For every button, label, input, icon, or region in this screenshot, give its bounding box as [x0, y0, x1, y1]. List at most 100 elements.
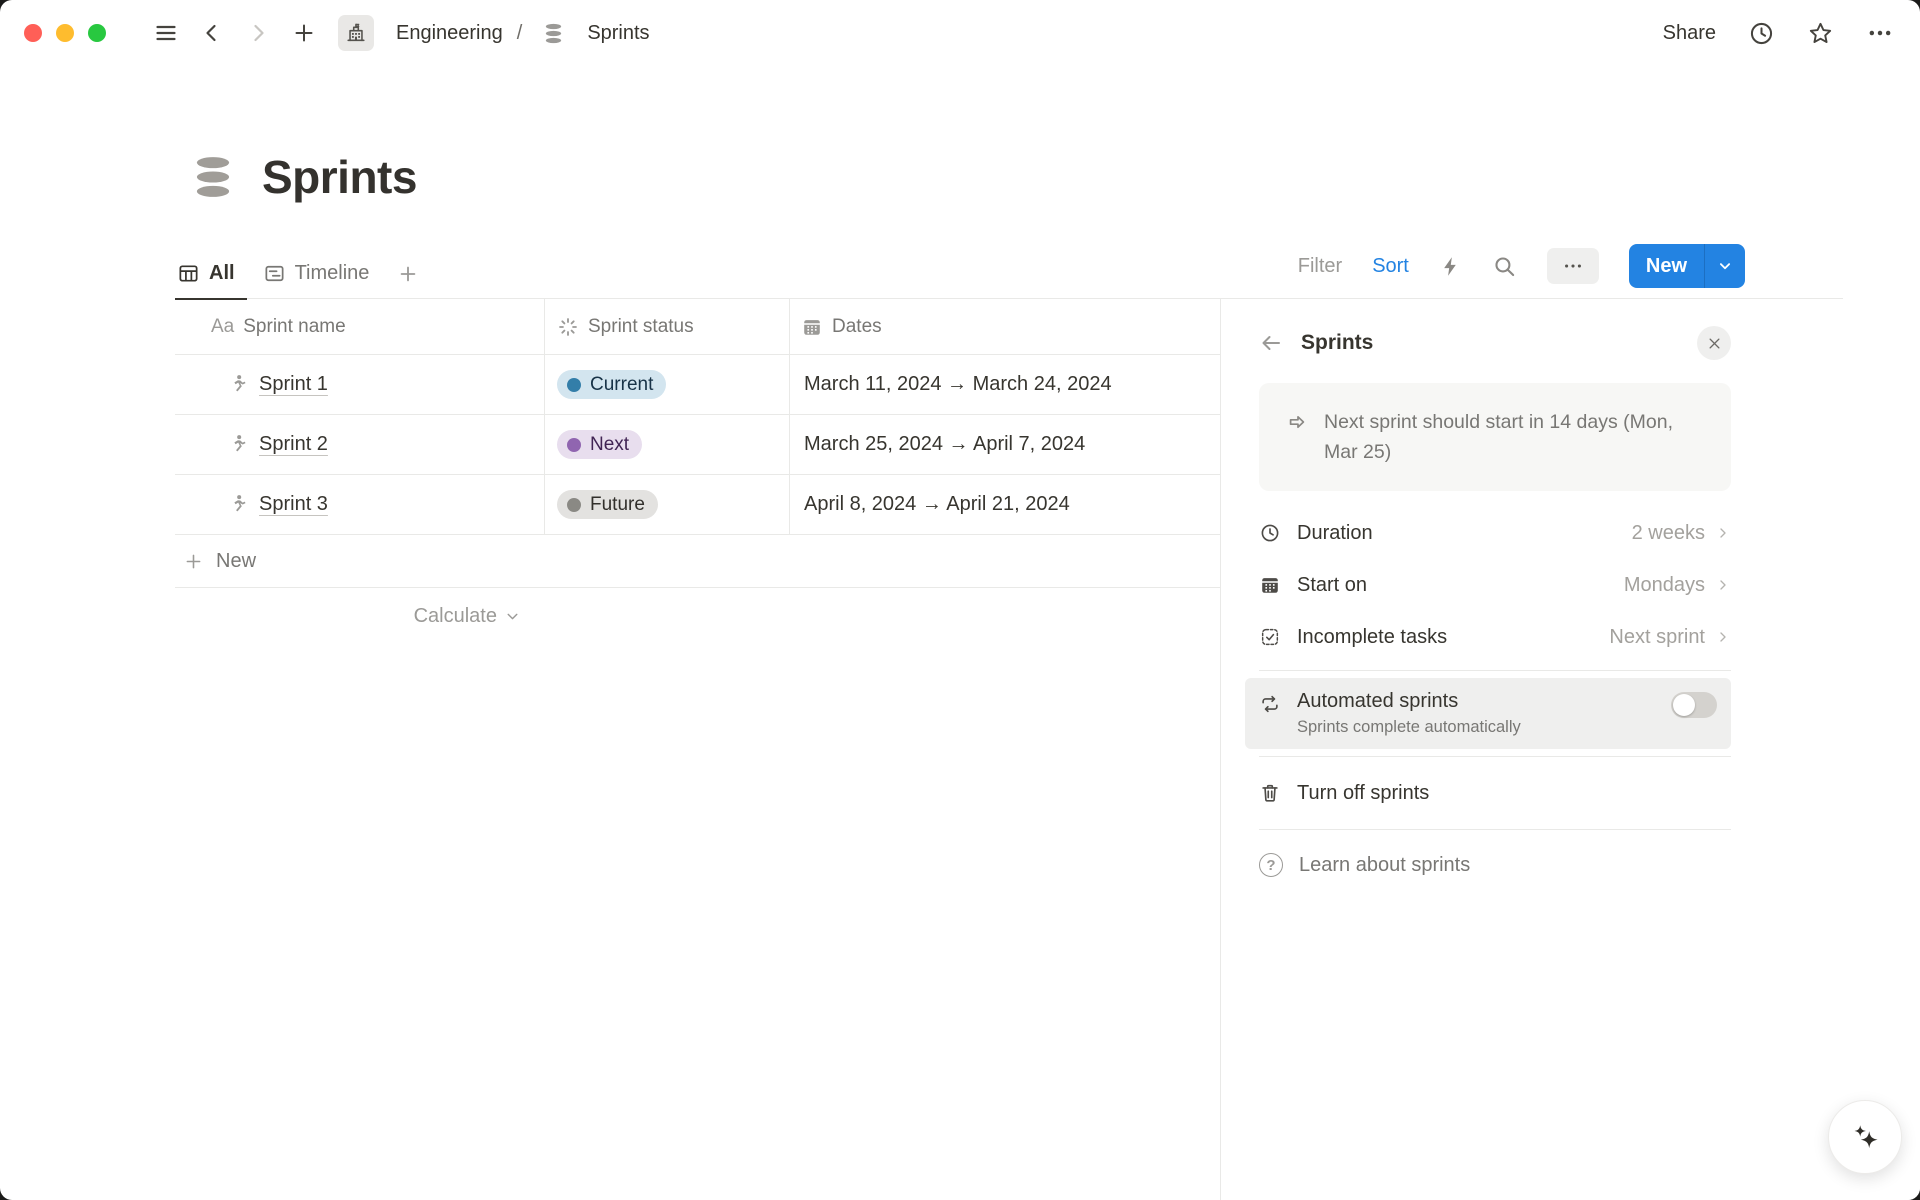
- sprint-status-cell[interactable]: Current: [545, 355, 790, 415]
- chevron-down-icon: [504, 608, 521, 625]
- window-topbar: Engineering / Sprints Share: [0, 0, 1920, 66]
- arrow-left-icon: [1259, 331, 1283, 355]
- setting-value: 2 weeks: [1632, 522, 1705, 545]
- sprint-name-cell[interactable]: Sprint 2: [175, 415, 545, 475]
- breadcrumb-workspace-icon-button[interactable]: [338, 15, 374, 51]
- status-property-icon: [557, 316, 579, 338]
- calculate-button[interactable]: Calculate: [175, 594, 545, 638]
- status-badge[interactable]: Future: [557, 490, 658, 519]
- question-mark-icon: ?: [1259, 853, 1283, 877]
- breadcrumb-separator: /: [517, 22, 523, 45]
- history-button[interactable]: [1748, 20, 1775, 47]
- setting-label: Duration: [1297, 522, 1373, 545]
- setting-incomplete-tasks[interactable]: Incomplete tasks Next sprint: [1259, 611, 1731, 663]
- sprint-link[interactable]: Sprint 1: [259, 373, 328, 396]
- ellipsis-icon: [1866, 19, 1894, 47]
- breadcrumb-page[interactable]: Sprints: [587, 22, 649, 45]
- ai-assistant-button[interactable]: [1828, 1100, 1902, 1174]
- search-button[interactable]: [1492, 254, 1517, 279]
- panel-close-button[interactable]: [1697, 326, 1731, 360]
- view-tabbar: All Timeline Filter Sort New: [175, 250, 1843, 299]
- new-button-dropdown[interactable]: [1704, 244, 1745, 288]
- add-view-button[interactable]: [397, 263, 419, 298]
- status-label: Next: [590, 435, 629, 454]
- filter-button[interactable]: Filter: [1298, 255, 1342, 278]
- panel-divider: [1259, 829, 1731, 830]
- new-row-label: New: [216, 550, 256, 573]
- tab-all[interactable]: All: [175, 262, 247, 300]
- status-badge[interactable]: Next: [557, 430, 642, 459]
- column-header-sprint-status[interactable]: Sprint status: [545, 299, 790, 355]
- runner-icon: [225, 493, 248, 516]
- setting-start-on[interactable]: Start on Mondays: [1259, 559, 1731, 611]
- nav-back-button[interactable]: [194, 15, 230, 51]
- dates-cell[interactable]: April 8, 2024 → April 21, 2024: [790, 475, 1220, 535]
- column-header-sprint-name[interactable]: Aa Sprint name: [175, 299, 545, 355]
- sparkles-icon: [1847, 1119, 1883, 1155]
- panel-back-button[interactable]: [1259, 331, 1283, 355]
- new-button[interactable]: New: [1629, 244, 1704, 288]
- more-options-button[interactable]: [1866, 19, 1894, 47]
- ellipsis-icon: [1562, 255, 1584, 277]
- calendar-icon: [801, 316, 823, 338]
- database-view-area: Aa Sprint name Sprint status Dates: [0, 299, 1220, 1200]
- sprint-name-cell[interactable]: Sprint 1: [175, 355, 545, 415]
- share-button[interactable]: Share: [1663, 22, 1716, 45]
- view-options-button[interactable]: [1547, 248, 1599, 284]
- chevron-right-icon: [1715, 577, 1731, 593]
- setting-value: Mondays: [1624, 574, 1705, 597]
- sprint-status-cell[interactable]: Future: [545, 475, 790, 535]
- favorite-button[interactable]: [1807, 20, 1834, 47]
- column-header-dates[interactable]: Dates: [790, 299, 1220, 355]
- automated-sprints-row[interactable]: Automated sprints Sprints complete autom…: [1245, 678, 1731, 749]
- chevron-left-icon: [200, 21, 224, 45]
- new-page-button[interactable]: [286, 15, 322, 51]
- lightning-icon: [1439, 255, 1462, 278]
- chevron-down-icon: [1716, 257, 1734, 275]
- close-window-button[interactable]: [24, 24, 42, 42]
- building-icon: [345, 22, 367, 44]
- sprint-link[interactable]: Sprint 2: [259, 433, 328, 456]
- breadcrumb-workspace[interactable]: Engineering: [396, 22, 503, 45]
- plus-icon: [397, 263, 419, 285]
- notice-text: Next sprint should start in 14 days (Mon…: [1324, 407, 1694, 467]
- learn-about-sprints-link[interactable]: ? Learn about sprints: [1259, 837, 1731, 893]
- next-sprint-notice: Next sprint should start in 14 days (Mon…: [1259, 383, 1731, 491]
- tab-all-label: All: [209, 262, 235, 285]
- page-title[interactable]: Sprints: [262, 150, 417, 204]
- dates-cell[interactable]: March 25, 2024 → April 7, 2024: [790, 415, 1220, 475]
- setting-duration[interactable]: Duration 2 weeks: [1259, 507, 1731, 559]
- status-badge[interactable]: Current: [557, 370, 666, 399]
- sprint-status-cell[interactable]: Next: [545, 415, 790, 475]
- turn-off-sprints-button[interactable]: Turn off sprints: [1259, 764, 1731, 822]
- notion-window: Engineering / Sprints Share Sprints: [0, 0, 1920, 1200]
- table-row: Sprint 3 Future April 8, 2024 → April 21…: [175, 475, 1220, 535]
- setting-label: Start on: [1297, 574, 1367, 597]
- sprint-link[interactable]: Sprint 3: [259, 493, 328, 516]
- new-row-button[interactable]: New: [175, 535, 1220, 588]
- sprint-name-cell[interactable]: Sprint 3: [175, 475, 545, 535]
- calculate-label: Calculate: [414, 605, 497, 628]
- sidebar-menu-button[interactable]: [148, 15, 184, 51]
- zoom-window-button[interactable]: [88, 24, 106, 42]
- plus-icon: [292, 21, 316, 45]
- tab-timeline[interactable]: Timeline: [261, 262, 382, 300]
- calendar-icon: [1259, 574, 1281, 596]
- nav-forward-button[interactable]: [240, 15, 276, 51]
- new-split-button: New: [1629, 244, 1745, 288]
- table-view-icon: [177, 262, 200, 285]
- sort-button[interactable]: Sort: [1372, 255, 1409, 278]
- status-dot-icon: [567, 438, 581, 452]
- arrow-right-outline-icon: [1285, 410, 1309, 434]
- automations-button[interactable]: [1439, 255, 1462, 278]
- clock-history-icon: [1748, 20, 1775, 47]
- view-toolbar: Filter Sort New: [1298, 244, 1745, 298]
- search-icon: [1492, 254, 1517, 279]
- table-row: Sprint 1 Current March 11, 2024 → March …: [175, 355, 1220, 415]
- tab-timeline-label: Timeline: [295, 262, 370, 285]
- minimize-window-button[interactable]: [56, 24, 74, 42]
- automated-sprints-toggle[interactable]: [1671, 692, 1717, 718]
- dates-cell[interactable]: March 11, 2024 → March 24, 2024: [790, 355, 1220, 415]
- runner-icon: [225, 373, 248, 396]
- sprints-table: Aa Sprint name Sprint status Dates: [175, 299, 1220, 638]
